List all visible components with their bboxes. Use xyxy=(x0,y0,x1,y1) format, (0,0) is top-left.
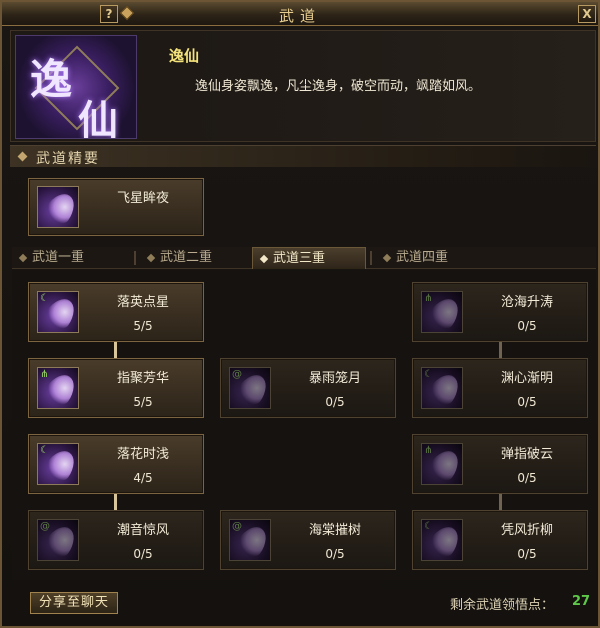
essential-skill-card[interactable]: 飞星眸夜 xyxy=(28,178,204,236)
school-name: 逸仙 xyxy=(169,47,200,65)
moon-badge-icon: ☾ xyxy=(40,445,49,456)
tree-connector xyxy=(499,342,502,358)
tree-connector xyxy=(114,494,117,510)
skill-level: 0/5 xyxy=(517,395,537,409)
skill-card[interactable]: @ 海棠摧树 0/5 xyxy=(220,510,396,570)
skill-level: 5/5 xyxy=(133,319,153,333)
tab-tier-4[interactable]: 武道四重 xyxy=(376,247,492,269)
skill-card[interactable]: ⋔ 沧海升涛 0/5 xyxy=(412,282,588,342)
skill-name: 弹指破云 xyxy=(500,447,553,462)
skill-level: 0/5 xyxy=(517,319,537,333)
section-title: 武道精要 xyxy=(36,151,100,167)
skill-card[interactable]: @ 暴雨笼月 0/5 xyxy=(220,358,396,418)
skill-card[interactable]: ☾ 凭风折柳 0/5 xyxy=(412,510,588,570)
skill-name: 潮音惊风 xyxy=(116,523,169,538)
tab-label: 武道三重 xyxy=(273,251,326,266)
tab-diamond-icon xyxy=(259,254,269,264)
close-button[interactable]: X xyxy=(578,5,596,23)
school-emblem: 逸 仙 xyxy=(15,35,137,139)
skill-level: 5/5 xyxy=(133,395,153,409)
tab-diamond-icon xyxy=(146,253,156,263)
tab-tier-1[interactable]: 武道一重 xyxy=(12,247,130,269)
school-header: 逸 仙 逸仙 逸仙身姿飘逸，凡尘逸身，破空而动，飒踏如风。 xyxy=(10,30,596,142)
lotus-badge-icon: ⋔ xyxy=(424,293,433,304)
deep-heart-skill-icon: ☾ xyxy=(421,367,463,409)
finger-cloud-skill-icon: ⋔ xyxy=(421,443,463,485)
swirl-badge-icon: @ xyxy=(40,521,50,532)
skill-card[interactable]: ☾ 落英点星 5/5 xyxy=(28,282,204,342)
tab-tier-2[interactable]: 武道二重 xyxy=(140,247,252,269)
tab-diamond-icon xyxy=(18,253,28,263)
wudao-window: ? 武道 X 逸 仙 逸仙 逸仙身姿飘逸，凡尘逸身，破空而动，飒踏如风。 武道精… xyxy=(0,0,600,628)
skill-card[interactable]: ☾ 落花时浅 4/5 xyxy=(28,434,204,494)
flying-star-skill-icon xyxy=(37,186,79,228)
emblem-char-1: 逸 xyxy=(30,55,73,104)
skill-level: 0/5 xyxy=(517,547,537,561)
share-to-chat-button[interactable]: 分享至聊天 xyxy=(30,592,118,614)
skill-card[interactable]: ⋔ 指聚芳华 5/5 xyxy=(28,358,204,418)
tree-connector xyxy=(114,342,117,358)
swirl-badge-icon: @ xyxy=(232,521,242,532)
skill-name: 海棠摧树 xyxy=(308,523,361,538)
tidal-wind-skill-icon: @ xyxy=(37,519,79,561)
lotus-badge-icon: ⋔ xyxy=(424,445,433,456)
fleeting-petal-skill-icon: ☾ xyxy=(37,443,79,485)
tier-tabs: 武道一重 武道二重 武道三重 武道四重 xyxy=(12,247,596,269)
moon-badge-icon: ☾ xyxy=(424,521,433,532)
section-diamond-icon xyxy=(17,151,28,162)
rising-tide-skill-icon: ⋔ xyxy=(421,291,463,333)
skill-name: 暴雨笼月 xyxy=(308,371,361,386)
tab-label: 武道四重 xyxy=(396,250,449,265)
skill-level: 0/5 xyxy=(325,395,345,409)
willow-wind-skill-icon: ☾ xyxy=(421,519,463,561)
skill-level: 0/5 xyxy=(325,547,345,561)
skill-name: 渊心渐明 xyxy=(500,371,553,386)
lotus-badge-icon: ⋔ xyxy=(40,369,49,380)
falling-petal-skill-icon: ☾ xyxy=(37,291,79,333)
skill-level: 4/5 xyxy=(133,471,153,485)
title-bar[interactable]: ? 武道 X xyxy=(2,2,598,26)
storm-moon-skill-icon: @ xyxy=(229,367,271,409)
emblem-char-2: 仙 xyxy=(78,97,118,139)
tab-diamond-icon xyxy=(382,253,392,263)
swirl-badge-icon: @ xyxy=(232,369,242,380)
tree-connector xyxy=(499,494,502,510)
skill-level: 0/5 xyxy=(517,471,537,485)
tab-tier-3[interactable]: 武道三重 xyxy=(252,247,366,269)
skill-name: 指聚芳华 xyxy=(116,371,169,386)
skill-card[interactable]: ⋔ 弹指破云 0/5 xyxy=(412,434,588,494)
gathered-blossom-skill-icon: ⋔ xyxy=(37,367,79,409)
tab-separator xyxy=(134,251,136,265)
skill-name: 沧海升涛 xyxy=(500,295,553,310)
tab-label: 武道一重 xyxy=(32,250,85,265)
skill-card[interactable]: @ 潮音惊风 0/5 xyxy=(28,510,204,570)
moon-badge-icon: ☾ xyxy=(424,369,433,380)
skill-level: 0/5 xyxy=(133,547,153,561)
moon-badge-icon: ☾ xyxy=(40,293,49,304)
crabapple-tree-skill-icon: @ xyxy=(229,519,271,561)
skill-card[interactable]: ☾ 渊心渐明 0/5 xyxy=(412,358,588,418)
skill-name: 落花时浅 xyxy=(116,447,169,462)
school-description: 逸仙身姿飘逸，凡尘逸身，破空而动，飒踏如风。 xyxy=(195,79,482,94)
remaining-points-label: 剩余武道领悟点： xyxy=(450,598,555,613)
essential-skill-name: 飞星眸夜 xyxy=(116,191,169,206)
skill-name: 落英点星 xyxy=(116,295,169,310)
skill-name: 凭风折柳 xyxy=(500,523,553,538)
tab-separator xyxy=(370,251,372,265)
remaining-points-value: 27 xyxy=(572,594,591,609)
essentials-section-header: 武道精要 xyxy=(10,145,596,167)
tab-label: 武道二重 xyxy=(160,250,213,265)
window-title: 武道 xyxy=(278,7,321,25)
